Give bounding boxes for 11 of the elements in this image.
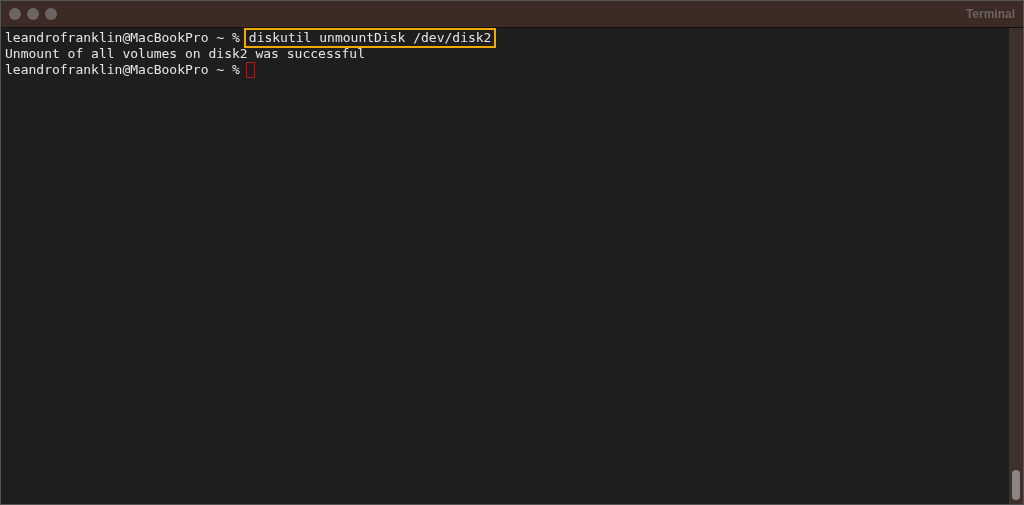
close-button[interactable]	[9, 8, 21, 20]
output-text: Unmount of all volumes on disk2 was successful	[5, 46, 366, 62]
window-title: Terminal	[965, 7, 1015, 21]
shell-prompt: leandrofranklin@MacBookPro ~ %	[5, 30, 240, 46]
shell-prompt: leandrofranklin@MacBookPro ~ %	[5, 62, 240, 78]
zoom-button[interactable]	[45, 8, 57, 20]
scrollbar[interactable]	[1009, 28, 1023, 504]
command-text: diskutil unmountDisk /dev/disk2	[243, 28, 497, 48]
minimize-button[interactable]	[27, 8, 39, 20]
scrollbar-thumb[interactable]	[1012, 470, 1020, 500]
text-cursor	[245, 62, 255, 78]
